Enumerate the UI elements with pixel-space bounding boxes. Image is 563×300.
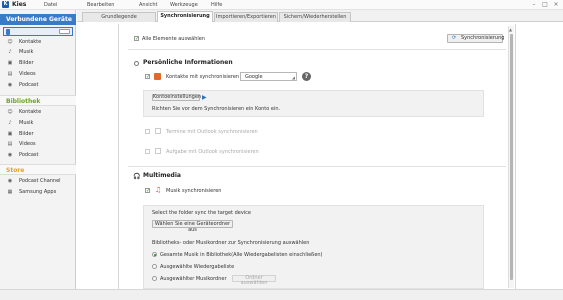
sidebar-item-device-bilder[interactable]: ▣ Bilder (0, 58, 76, 68)
sidebar-item-library-bilder[interactable]: ▣ Bilder (0, 129, 76, 139)
tab-sync[interactable]: Synchronisierung (157, 11, 213, 22)
sidebar-item-device-musik[interactable]: ♪ Musik (0, 47, 76, 57)
tasks-sync-checkbox[interactable] (145, 149, 150, 154)
account-settings-button[interactable]: Kontoeinstellungen (152, 94, 201, 101)
sidebar-item-library-musik[interactable]: ♪ Musik (0, 118, 76, 128)
play-arrow-icon[interactable]: ▶ (202, 94, 207, 101)
calendar-sync-checkbox[interactable] (145, 129, 150, 134)
menu-ansicht[interactable]: Ansicht (139, 2, 157, 8)
menu-bearbeiten[interactable]: Bearbeiten (87, 2, 114, 8)
option-all-music-radio[interactable] (152, 252, 157, 257)
calendar-icon (155, 128, 161, 134)
phone-icon (6, 29, 10, 35)
tasks-icon (155, 148, 161, 154)
podcast-icon: ◉ (7, 82, 13, 88)
personal-info-title: Persönliche Informationen (143, 59, 233, 66)
sidebar-item-device-videos[interactable]: ▤ Videos (0, 69, 76, 79)
choose-device-folder-button[interactable]: Wählen Sie eine Geräteordner aus (152, 220, 233, 233)
sidebar-item-device-kontakte[interactable]: ☺ Kontakte (0, 37, 76, 47)
sidebar-item-podcast-channel[interactable]: ◉ Podcast Channel (0, 176, 76, 186)
sync-button[interactable]: ⟳ Synchronisierung (447, 34, 504, 43)
contacts-icon: ☺ (7, 39, 13, 45)
video-icon: ▤ (7, 141, 13, 147)
menu-datei[interactable]: Datei (44, 2, 57, 8)
music-icon: ♪ (8, 49, 12, 55)
tab-bar: Grundlegende Informationen Synchronisier… (77, 10, 563, 29)
account-hint: Richten Sie vor dem Synchronisieren ein … (152, 106, 281, 112)
sync-icon: ⟳ (452, 35, 457, 41)
option-music-folder-label: Ausgewählter Musikordner (160, 276, 227, 282)
status-bar (0, 289, 563, 300)
apps-icon: ▦ (7, 189, 13, 195)
sidebar-item-library-videos[interactable]: ▤ Videos (0, 139, 76, 149)
select-folder-button[interactable]: Ordner auswählen (232, 275, 276, 286)
contacts-account-select[interactable]: Google ◢ (240, 72, 297, 81)
sidebar-item-device-podcast[interactable]: ◉ Podcast (0, 80, 76, 90)
app-title: Kies (12, 1, 27, 8)
contacts-sync-checkbox[interactable]: ✓ (145, 74, 150, 80)
help-icon[interactable]: ? (302, 72, 311, 81)
music-sync-checkbox[interactable]: ✓ (145, 188, 150, 194)
divider (128, 166, 506, 167)
select-all-checkbox[interactable]: ✓ (134, 36, 139, 42)
close-icon[interactable]: × (552, 1, 560, 8)
minimize-icon[interactable]: – (530, 1, 538, 8)
sidebar-item-samsung-apps[interactable]: ▦ Samsung Apps (0, 187, 76, 197)
headphones-icon: 🎧 (133, 173, 141, 180)
select-all-label: Alle Elemente auswählen (142, 36, 206, 42)
sidebar-item-library-kontakte[interactable]: ☺ Kontakte (0, 107, 76, 117)
tab-import-export[interactable]: Importieren/Exportieren (214, 12, 278, 22)
device-eject-icon[interactable] (59, 29, 70, 34)
multimedia-title: Multimedia (143, 172, 181, 179)
image-icon: ▣ (7, 60, 13, 66)
tasks-sync-label: Aufgabe mit Outlook synchronisieren (166, 149, 259, 155)
music-icon: ♪ (8, 120, 12, 126)
option-playlist-label: Ausgewählte Wiedergabeliste (160, 264, 235, 270)
video-icon: ▤ (7, 71, 13, 77)
scrollbar-thumb[interactable] (510, 34, 513, 280)
folder-prompt: Select the folder sync the target device (152, 210, 251, 216)
sidebar-header-store: Store (0, 164, 76, 175)
scroll-up-icon[interactable]: ▲ (509, 27, 512, 32)
sidebar-header-devices: Verbundene Geräte (0, 14, 76, 25)
sidebar-item-library-podcast[interactable]: ◉ Podcast (0, 150, 76, 160)
sidebar-header-library: Bibliothek (0, 95, 76, 106)
podcast-icon: ◉ (7, 152, 13, 158)
menu-hilfe[interactable]: Hilfe (211, 2, 222, 8)
kies-logo-icon: K (2, 1, 9, 8)
divider (128, 49, 506, 50)
tab-basic-info[interactable]: Grundlegende Informationen (82, 12, 156, 29)
tab-backup-restore[interactable]: Sichern/Wiederherstellen (279, 12, 351, 22)
music-note-icon: ♫ (155, 186, 162, 194)
option-music-folder-radio[interactable] (152, 276, 157, 281)
option-playlist-radio[interactable] (152, 264, 157, 269)
calendar-sync-label: Termine mit Outlook synchronisieren (166, 129, 258, 135)
resize-grip-icon: ◢ (291, 75, 295, 80)
contacts-orange-icon (154, 73, 161, 80)
image-icon: ▣ (7, 131, 13, 137)
option-all-music-label: Gesamte Musik in Bibliothek(Alle Wiederg… (160, 252, 323, 258)
maximize-icon[interactable]: □ (541, 1, 549, 8)
connected-device[interactable] (3, 27, 73, 36)
library-prompt: Bibliotheks- oder Musikordner zur Synchr… (152, 240, 310, 246)
contacts-sync-label: Kontakte mit synchronisieren (166, 74, 240, 80)
title-bar: K Kies Datei Bearbeiten Ansicht Werkzeug… (0, 0, 563, 10)
contacts-icon: ☺ (7, 109, 13, 115)
podcast-channel-icon: ◉ (7, 178, 13, 184)
music-sync-label: Musik synchronisieren (166, 188, 222, 194)
person-icon (134, 61, 139, 66)
menu-werkzeuge[interactable]: Werkzeuge (170, 2, 198, 8)
